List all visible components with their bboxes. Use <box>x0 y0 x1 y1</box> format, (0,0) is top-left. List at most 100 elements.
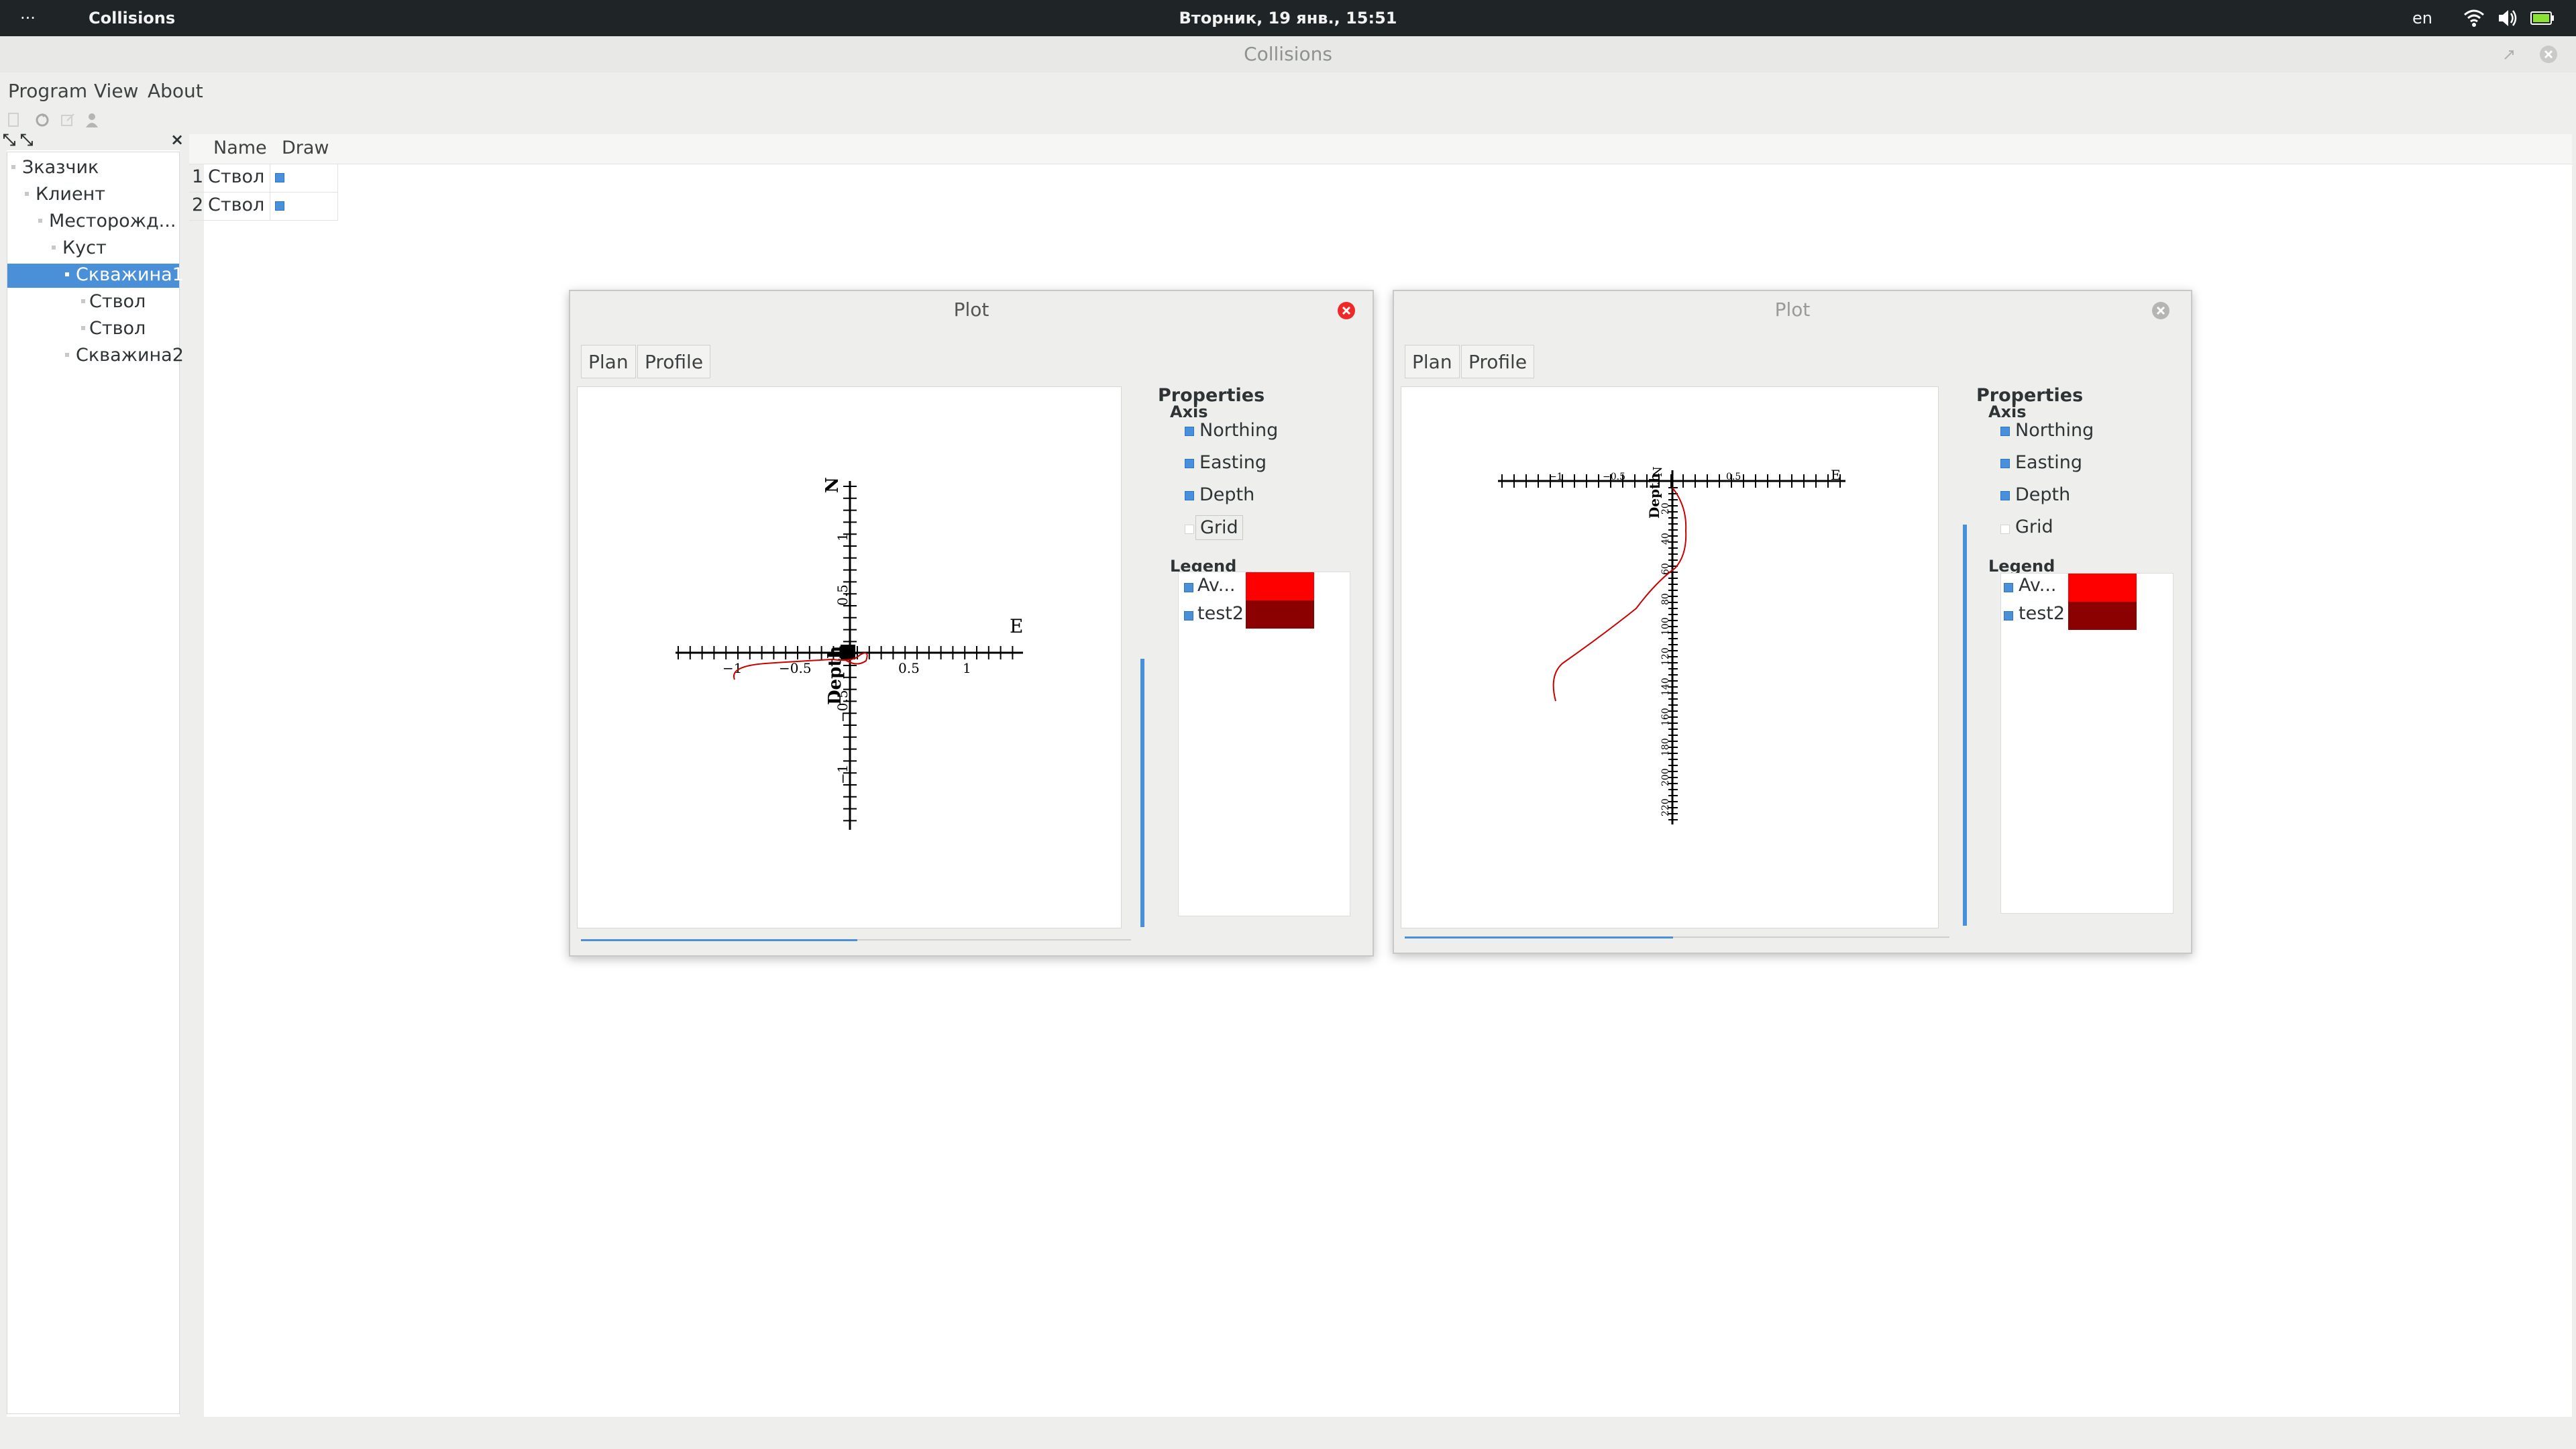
axis-group-label: Axis <box>1170 402 1208 421</box>
northing-label[interactable]: Northing <box>2015 420 2094 441</box>
frame-right <box>2572 134 2576 1417</box>
tree-item-customer[interactable]: Зказчик <box>22 155 99 180</box>
refresh-icon[interactable] <box>34 111 51 129</box>
restore-icon[interactable] <box>2501 47 2517 63</box>
tree-item-wellbore-1[interactable]: Ствол <box>89 289 146 315</box>
legend-swatch[interactable] <box>1246 600 1314 629</box>
tree-item-client[interactable]: Клиент <box>36 182 105 207</box>
tab-plan[interactable]: Plan <box>581 345 636 378</box>
row-name: Ствол <box>208 166 265 187</box>
easting-label[interactable]: Easting <box>2015 452 2082 473</box>
tree-item-field[interactable]: Месторожд... <box>49 209 176 234</box>
row-number: 1 <box>192 166 204 187</box>
close-icon[interactable] <box>2538 44 2559 64</box>
legend-checkbox[interactable] <box>2004 583 2013 592</box>
grid-checkbox[interactable] <box>1185 525 1194 534</box>
clock[interactable]: Вторник, 19 янв., 15:51 <box>0 0 2576 36</box>
column-draw[interactable]: Draw <box>282 134 329 162</box>
x-tick-label: −1 <box>1549 472 1563 482</box>
plot-window-1[interactable]: Plot Plan Profile N E Depth −1 −0.5 0.5 … <box>569 290 1374 957</box>
dock-splitter[interactable] <box>180 134 204 1417</box>
wellhead-marker <box>841 645 855 659</box>
app-menu[interactable]: Collisions <box>89 0 175 36</box>
tree-item-well1[interactable]: Скважина1 <box>76 262 184 288</box>
tab-profile[interactable]: Profile <box>1461 345 1535 378</box>
status-bar <box>0 1417 2576 1449</box>
frame-left <box>0 134 7 1417</box>
depth-tick-label: 40 <box>1660 533 1671 545</box>
volume-icon[interactable] <box>2497 8 2518 28</box>
y-tick-label: 1 <box>835 533 851 541</box>
tab-plan[interactable]: Plan <box>1405 345 1460 378</box>
dock-header: ⤡ ⤡ × <box>0 130 184 150</box>
tree-item-wellbore-2[interactable]: Ствол <box>89 316 146 341</box>
y-tick-label: 0.5 <box>835 584 851 606</box>
legend-checkbox[interactable] <box>1184 583 1193 592</box>
plan-plot-canvas[interactable]: N E Depth −1 −0.5 0.5 1 1 0.5 −0.5 −1 <box>577 386 1122 928</box>
legend-swatch[interactable] <box>2068 574 2137 602</box>
user-icon[interactable] <box>83 111 101 129</box>
profile-plot-canvas[interactable]: E N Depth −1 −0.5 0.5 20 40 60 80 100 120 140 1… <box>1401 386 1939 928</box>
legend-label: test2 <box>2019 603 2065 624</box>
grid-label[interactable]: Grid <box>2015 517 2053 537</box>
easting-checkbox[interactable] <box>1185 459 1194 468</box>
activities-button[interactable]: ··· <box>20 0 36 36</box>
grid-checkbox[interactable] <box>2000 525 2010 534</box>
wellbore-table: 1 Ствол 2 Ствол <box>189 164 338 221</box>
northing-checkbox[interactable] <box>1185 427 1194 436</box>
depth-tick-label: 180 <box>1660 738 1671 756</box>
vertical-scrollbar[interactable] <box>1963 525 1967 926</box>
table-row[interactable]: 1 Ствол <box>189 164 338 193</box>
row-draw-checkbox[interactable] <box>275 201 284 211</box>
depth-tick-label: 120 <box>1660 647 1671 665</box>
system-top-bar: ··· Collisions Вторник, 19 янв., 15:51 e… <box>0 0 2576 36</box>
easting-label[interactable]: Easting <box>1199 452 1267 473</box>
northing-checkbox[interactable] <box>2000 427 2010 436</box>
dock-float-icon[interactable]: ⤡ <box>3 130 15 149</box>
input-language[interactable]: en <box>2412 0 2432 36</box>
battery-icon[interactable] <box>2530 10 2555 26</box>
row-draw-checkbox[interactable] <box>275 173 284 182</box>
menu-program[interactable]: Program <box>8 72 87 110</box>
wifi-icon[interactable] <box>2463 8 2485 28</box>
axis-label-east: E <box>1010 615 1023 637</box>
legend-swatch[interactable] <box>2068 602 2137 630</box>
depth-checkbox[interactable] <box>2000 491 2010 500</box>
legend-checkbox[interactable] <box>2004 611 2013 621</box>
tree-item-pad[interactable]: Куст <box>62 235 107 261</box>
close-icon[interactable] <box>2151 301 2171 321</box>
new-icon[interactable] <box>5 111 23 129</box>
depth-checkbox[interactable] <box>1185 491 1194 500</box>
axis-label-north: N <box>822 477 843 493</box>
grid-label[interactable]: Grid <box>1195 515 1243 540</box>
legend-checkbox[interactable] <box>1184 611 1193 621</box>
horizontal-scrollbar[interactable] <box>581 939 857 941</box>
menu-about[interactable]: About <box>148 72 203 110</box>
table-row[interactable]: 2 Ствол <box>189 192 338 221</box>
close-icon[interactable] <box>1336 301 1356 321</box>
northing-label[interactable]: Northing <box>1199 420 1278 441</box>
row-number: 2 <box>192 195 204 215</box>
depth-tick-label: 220 <box>1660 798 1671 816</box>
legend-list[interactable]: Av... test2 <box>2000 573 2174 914</box>
legend-swatch[interactable] <box>1246 572 1314 600</box>
window-title: Collisions <box>1244 43 1332 65</box>
plot-window-2[interactable]: Plot Plan Profile E N Depth −1 −0.5 0.5 … <box>1393 290 2192 954</box>
legend-label: test2 <box>1197 603 1244 624</box>
dock-close-icon[interactable]: × <box>170 130 184 149</box>
legend-list[interactable]: Av... test2 <box>1178 572 1350 916</box>
depth-tick-label: 200 <box>1660 768 1671 786</box>
easting-checkbox[interactable] <box>2000 459 2010 468</box>
axis-group-label: Axis <box>1988 402 2027 421</box>
column-name[interactable]: Name <box>213 134 267 162</box>
project-tree[interactable]: Зказчик Клиент Месторожд... Куст Скважин… <box>7 152 184 1414</box>
tree-item-well2[interactable]: Скважина2 <box>76 343 184 368</box>
menu-view[interactable]: View <box>94 72 138 110</box>
tab-profile[interactable]: Profile <box>637 345 711 378</box>
edit-icon[interactable] <box>59 111 76 129</box>
horizontal-scrollbar[interactable] <box>1405 936 1673 938</box>
vertical-scrollbar[interactable] <box>1140 659 1144 927</box>
depth-label[interactable]: Depth <box>2015 484 2070 505</box>
dock-float-icon-2[interactable]: ⤡ <box>20 130 33 149</box>
depth-label[interactable]: Depth <box>1199 484 1254 505</box>
